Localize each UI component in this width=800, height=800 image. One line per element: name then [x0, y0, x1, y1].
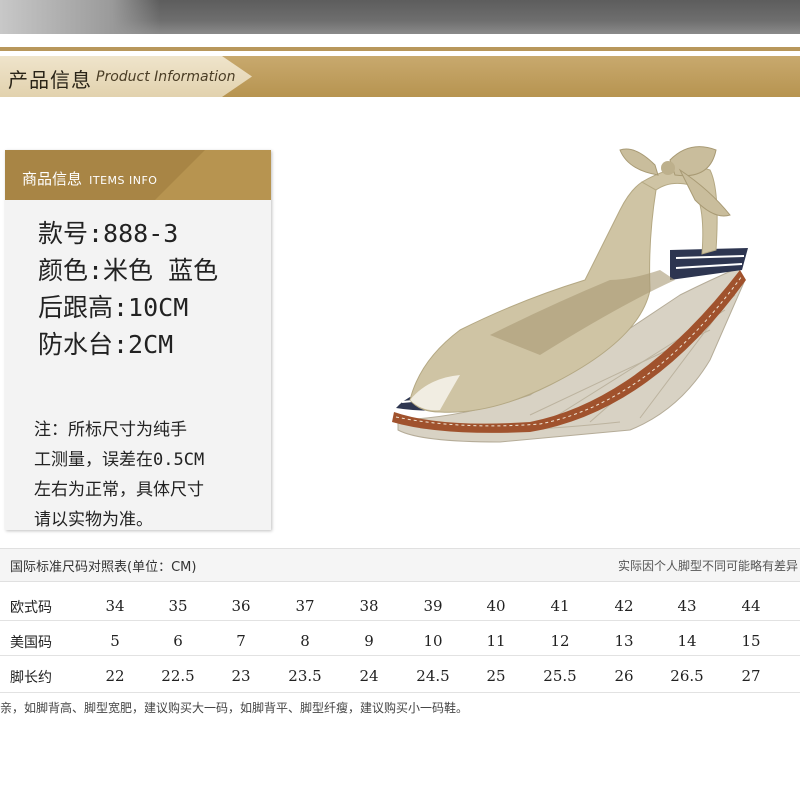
table-cell: 22.5	[161, 667, 195, 685]
table-cell: 26.5	[670, 667, 704, 685]
row-label-eu: 欧式码	[10, 600, 52, 616]
table-cell: 24	[359, 667, 379, 685]
items-info-title-cn: 商品信息	[22, 170, 83, 188]
gold-divider	[0, 47, 800, 51]
table-cell: 15	[741, 632, 761, 650]
table-cell: 12	[550, 632, 570, 650]
spec-heel-height: 后跟高:10CM	[38, 293, 189, 322]
table-cell: 24.5	[416, 667, 450, 685]
table-cell: 23	[231, 667, 251, 685]
table-cell: 5	[110, 632, 120, 650]
measurement-note: 注：所标尺寸为纯手 工测量，误差在0.5CM 左右为正常，具体尺寸 请以实物为准…	[34, 415, 264, 535]
table-cell: 36	[231, 597, 251, 615]
items-info-title: 商品信息 ITEMS INFO	[22, 168, 157, 189]
table-cell: 41	[550, 597, 570, 615]
table-cell: 27	[741, 667, 761, 685]
table-cell: 10	[423, 632, 443, 650]
size-table-title: 国际标准尺码对照表(单位：CM)	[10, 560, 197, 575]
table-cell: 35	[168, 597, 188, 615]
spec-color: 颜色:米色 蓝色	[38, 256, 219, 285]
row-label-foot-length: 脚长约	[10, 670, 52, 686]
table-cell: 23.5	[288, 667, 322, 685]
table-cell: 39	[423, 597, 443, 615]
spec-platform: 防水台:2CM	[38, 330, 174, 359]
table-cell: 11	[486, 632, 506, 650]
items-info-title-en: ITEMS INFO	[89, 174, 158, 187]
strip-highlight	[0, 0, 160, 34]
table-cell: 44	[741, 597, 761, 615]
row-label-us: 美国码	[10, 635, 52, 651]
note-line: 左右为正常，具体尺寸	[34, 480, 204, 500]
row-divider	[0, 692, 800, 693]
table-cell: 14	[677, 632, 697, 650]
table-cell: 25	[486, 667, 506, 685]
table-cell: 25.5	[543, 667, 577, 685]
table-cell: 38	[359, 597, 379, 615]
spec-style-number: 款号:888-3	[38, 219, 179, 248]
size-advice: 亲，如脚背高、脚型宽肥，建议购买大一码，如脚背平、脚型纤瘦，建议购买小一码鞋。	[0, 701, 469, 715]
table-cell: 13	[614, 632, 634, 650]
table-cell: 40	[486, 597, 506, 615]
note-line: 注：所标尺寸为纯手	[34, 420, 187, 440]
product-info-title-en: Product Information	[96, 69, 236, 85]
table-cell: 22	[105, 667, 125, 685]
table-cell: 26	[614, 667, 634, 685]
row-divider	[0, 655, 800, 656]
table-cell: 34	[105, 597, 125, 615]
table-cell: 6	[173, 632, 183, 650]
table-cell: 8	[300, 632, 310, 650]
note-line: 请以实物为准。	[34, 510, 153, 530]
row-divider	[0, 620, 800, 621]
table-cell: 37	[295, 597, 315, 615]
size-table-note: 实际因个人脚型不同可能略有差异	[617, 559, 798, 573]
table-cell: 42	[614, 597, 634, 615]
table-cell: 43	[677, 597, 697, 615]
table-cell: 7	[236, 632, 246, 650]
product-info-title-cn: 产品信息	[8, 68, 92, 92]
shoe-product-image	[392, 146, 748, 443]
previous-image-strip	[0, 0, 800, 34]
note-line: 工测量，误差在0.5CM	[34, 450, 205, 470]
table-cell: 9	[364, 632, 374, 650]
